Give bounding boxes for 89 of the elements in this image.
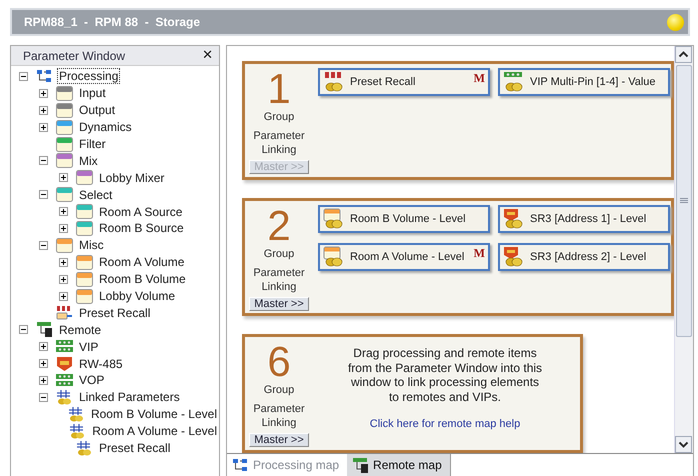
panel-title: Parameter Window (23, 48, 126, 62)
expander-icon[interactable] (39, 88, 48, 98)
master-mark: M (474, 246, 485, 261)
parameter-icon (323, 208, 345, 230)
scrollbar[interactable] (674, 46, 693, 453)
tree-item[interactable]: Room B Volume - Level (88, 406, 219, 422)
tree-item[interactable]: VIP (77, 338, 100, 355)
tree-item[interactable]: Misc (77, 237, 106, 254)
tree-item[interactable]: Mix (77, 152, 100, 169)
tree-item[interactable]: Filter (77, 136, 108, 152)
linked-icon (76, 440, 93, 456)
scroll-up-icon[interactable] (675, 46, 692, 63)
parameter-icon (323, 71, 345, 93)
master-button[interactable]: Master >> (249, 296, 309, 311)
circuit-board-icon (56, 372, 73, 388)
expander-icon[interactable] (39, 190, 48, 200)
tree-item[interactable]: Select (77, 186, 114, 203)
linked-icon (69, 424, 86, 439)
blocks-icon (232, 458, 249, 472)
parameter-item[interactable]: Preset Recall M (318, 68, 490, 96)
shield-icon (56, 356, 73, 372)
expander-icon[interactable] (19, 325, 28, 334)
tree-item[interactable]: Room A Source (97, 204, 184, 220)
parameter-item[interactable]: VIP Multi-Pin [1-4] - Value (498, 68, 670, 96)
group-label: Group (264, 246, 294, 261)
status-light-icon (667, 14, 684, 30)
scroll-down-icon[interactable] (675, 436, 692, 453)
group-label: Group (264, 110, 294, 124)
master-mark: M (474, 71, 485, 86)
master-button[interactable]: Master >> (249, 433, 309, 448)
tree-item[interactable]: Output (77, 102, 118, 118)
expander-icon[interactable] (39, 240, 48, 250)
tree-item[interactable]: Room B Volume (97, 271, 188, 288)
blocks-icon (36, 68, 53, 84)
expander-icon[interactable] (59, 258, 68, 267)
window-title: RPM88_1 - RPM 88 - Storage (24, 15, 200, 29)
parameter-item[interactable]: Room A Volume - Level M (318, 242, 490, 271)
linking-label: Parameter Linking (252, 402, 306, 430)
remote-icon (352, 458, 370, 472)
tree-item[interactable]: VOP (77, 372, 106, 388)
help-link[interactable]: Click here for remote map help (370, 418, 520, 430)
linked-icon (56, 390, 73, 405)
group-number: 2 (267, 204, 291, 247)
expander-icon[interactable] (39, 359, 48, 368)
tree-item[interactable]: Input (77, 85, 108, 102)
tree-item[interactable]: Room B Source (97, 220, 186, 236)
tree-item[interactable]: Room A Volume (97, 254, 186, 270)
tree-item[interactable]: Dynamics (77, 119, 134, 136)
preset-icon (56, 305, 73, 320)
expander-icon[interactable] (59, 292, 68, 301)
linked-icon (68, 406, 85, 422)
expander-icon[interactable] (39, 156, 48, 166)
group-label: Group (264, 383, 294, 398)
tree-item[interactable]: Processing (57, 68, 120, 84)
map-tab[interactable]: Remote map (347, 454, 451, 476)
tree-item[interactable]: RW-485 (77, 356, 125, 372)
expander-icon[interactable] (19, 72, 28, 81)
instructions-text: Drag processing and remote items from the Parameter Window into this window to link processing elements to remotes and VIPs. (348, 346, 542, 404)
circuit-board-icon (56, 339, 73, 354)
group-number: 6 (267, 341, 291, 384)
tree-item[interactable]: Lobby Mixer (97, 170, 166, 186)
close-button[interactable]: ✕ (200, 48, 215, 63)
parameter-icon (323, 246, 345, 268)
expander-icon[interactable] (39, 106, 48, 115)
parameter-icon (503, 208, 525, 230)
expander-icon[interactable] (59, 224, 68, 233)
expander-icon[interactable] (39, 342, 48, 352)
expander-icon[interactable] (59, 207, 68, 216)
parameter-icon (503, 71, 525, 93)
linking-label: Parameter Linking (252, 266, 306, 294)
expander-icon[interactable] (59, 173, 68, 182)
scroll-thumb[interactable] (676, 65, 692, 337)
expander-icon[interactable] (59, 274, 68, 284)
parameter-icon (503, 246, 525, 268)
parameter-item[interactable]: Room B Volume - Level (318, 204, 490, 233)
remote-icon (36, 322, 53, 338)
group-number: 1 (267, 68, 291, 110)
tree-item[interactable]: Preset Recall (97, 440, 172, 456)
expander-icon[interactable] (39, 392, 48, 402)
tree-item[interactable]: Preset Recall (77, 304, 152, 321)
tree-item[interactable]: Lobby Volume (97, 288, 178, 304)
tree-item[interactable]: Linked Parameters (77, 389, 182, 406)
parameter-item[interactable]: SR3 [Address 2] - Level (498, 242, 670, 271)
tree-item[interactable]: Room A Volume - Level (90, 423, 219, 440)
linking-label: Parameter Linking (252, 129, 306, 157)
tree-item[interactable]: Remote (57, 322, 104, 338)
expander-icon[interactable] (39, 122, 48, 132)
expander-icon[interactable] (39, 376, 48, 385)
parameter-item[interactable]: SR3 [Address 1] - Level (498, 204, 670, 233)
